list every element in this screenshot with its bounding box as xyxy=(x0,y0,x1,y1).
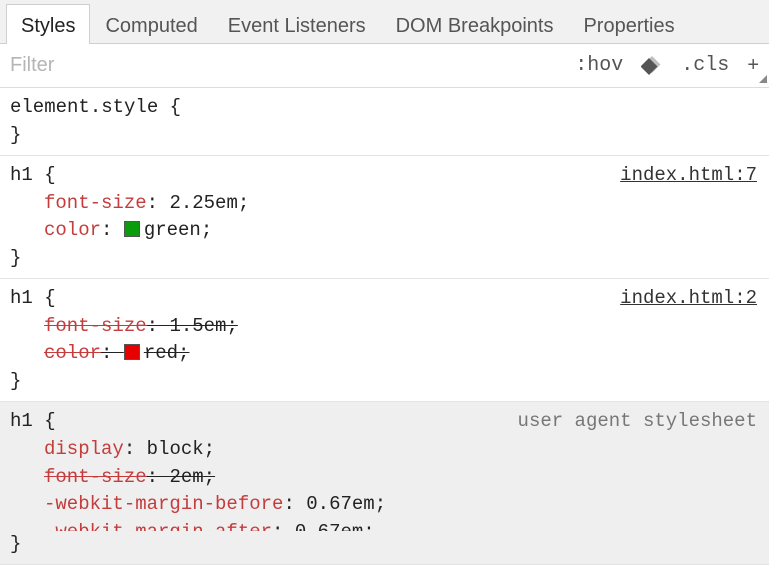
css-rule[interactable]: user agent stylesheeth1 {display: block;… xyxy=(0,402,769,565)
css-declaration[interactable]: color: red; xyxy=(10,340,759,368)
rule-close-brace: } xyxy=(10,531,759,559)
tab-properties[interactable]: Properties xyxy=(568,4,689,43)
rule-close-brace: } xyxy=(10,368,759,396)
css-declaration[interactable]: font-size: 2.25em; xyxy=(10,190,759,218)
styles-tabs: Styles Computed Event Listeners DOM Brea… xyxy=(0,0,769,44)
css-declaration[interactable]: -webkit-margin-before: 0.67em; xyxy=(10,491,759,519)
cls-toggle[interactable]: .cls xyxy=(681,51,729,80)
plus-icon: + xyxy=(747,54,759,77)
tab-event-listeners[interactable]: Event Listeners xyxy=(213,4,381,43)
hov-toggle[interactable]: :hov xyxy=(575,51,623,80)
source-link[interactable]: index.html:7 xyxy=(620,162,757,190)
tab-dom-breakpoints[interactable]: DOM Breakpoints xyxy=(381,4,569,43)
css-rule[interactable]: index.html:7h1 {font-size: 2.25em;color:… xyxy=(0,156,769,279)
rule-selector[interactable]: element.style { xyxy=(10,94,759,122)
css-rules-list: element.style {}index.html:7h1 {font-siz… xyxy=(0,88,769,565)
css-rule[interactable]: index.html:2h1 {font-size: 1.5em;color: … xyxy=(0,279,769,402)
diamond-icon xyxy=(641,55,663,77)
source-label: user agent stylesheet xyxy=(518,408,757,436)
filter-input[interactable] xyxy=(10,54,557,77)
color-swatch[interactable] xyxy=(124,221,140,237)
css-rule[interactable]: element.style {} xyxy=(0,88,769,156)
rule-close-brace: } xyxy=(10,245,759,273)
styles-toolbar: :hov .cls + xyxy=(0,44,769,88)
color-swatch[interactable] xyxy=(124,344,140,360)
css-declaration[interactable]: -webkit-margin-after: 0.67em; xyxy=(10,519,759,531)
css-declaration[interactable]: font-size: 2em; xyxy=(10,464,759,492)
tab-styles[interactable]: Styles xyxy=(6,4,90,43)
css-declaration[interactable]: display: block; xyxy=(10,436,759,464)
css-declaration[interactable]: color: green; xyxy=(10,217,759,245)
rule-close-brace: } xyxy=(10,122,759,150)
dropdown-triangle-icon xyxy=(759,75,767,83)
new-style-rule-button[interactable]: + xyxy=(747,54,759,77)
css-declaration[interactable]: font-size: 1.5em; xyxy=(10,313,759,341)
source-link[interactable]: index.html:2 xyxy=(620,285,757,313)
element-classes-icon[interactable] xyxy=(641,55,663,77)
tab-computed[interactable]: Computed xyxy=(90,4,212,43)
